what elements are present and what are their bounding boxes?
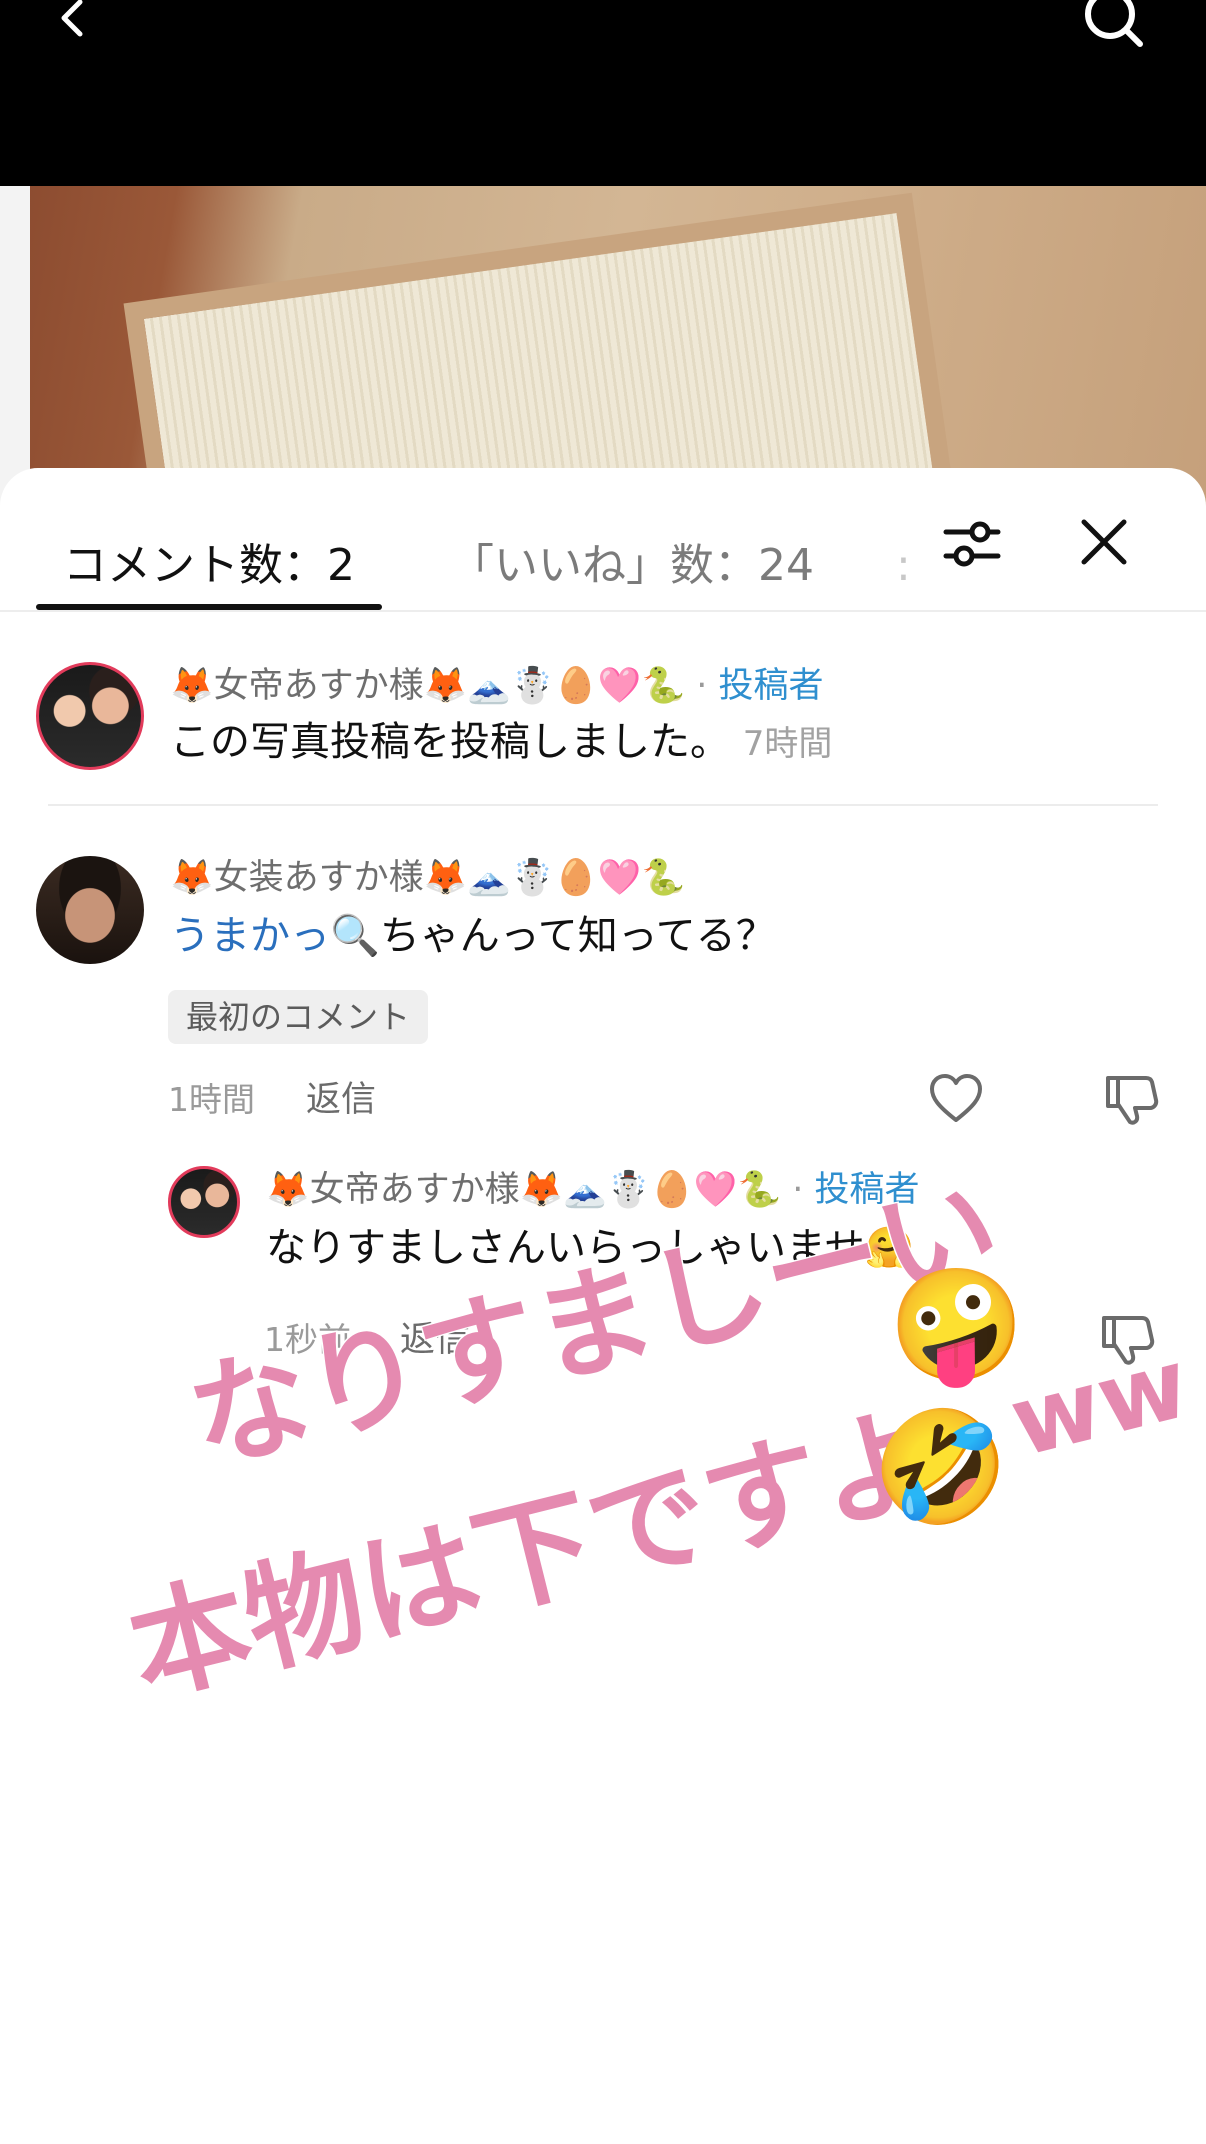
comment-time: 7時間	[742, 724, 833, 764]
avatar[interactable]	[168, 1166, 240, 1238]
comment-author[interactable]: 🦊女帝あすか様🦊🗻☃️🥚🩷🐍 · 投稿者	[170, 662, 823, 710]
back-button[interactable]	[42, 0, 102, 60]
heart-icon	[930, 1074, 982, 1122]
comment-text: うまかっ🔍ちゃんって知ってる？	[170, 908, 776, 964]
sliders-icon	[943, 521, 1001, 567]
comment-time: 1時間	[168, 1080, 255, 1119]
top-bar	[0, 0, 1206, 186]
close-button[interactable]	[1074, 512, 1134, 572]
avatar[interactable]	[36, 662, 144, 770]
thumbs-down-icon	[1106, 1076, 1159, 1125]
like-button[interactable]	[928, 1072, 984, 1128]
author-name: 🦊女帝あすか様🦊🗻☃️🥚🩷🐍	[170, 666, 686, 706]
comment-body: この写真投稿を投稿しました。	[170, 719, 730, 765]
reply-button[interactable]: 返信	[306, 1076, 376, 1124]
dislike-button[interactable]	[1104, 1072, 1160, 1128]
filter-button[interactable]	[940, 512, 1004, 576]
chevron-left-icon	[61, 0, 83, 37]
comment-divider	[48, 804, 1158, 806]
close-icon	[1081, 519, 1127, 565]
tab-more[interactable]: :	[896, 508, 906, 624]
search-icon	[1085, 0, 1143, 47]
tabs-divider	[0, 610, 1206, 612]
overlay-emoji-2: 🤣	[872, 1403, 1009, 1531]
comment-author[interactable]: 🦊女装あすか様🦊🗻☃️🥚🩷🐍	[170, 854, 685, 902]
tab-likes[interactable]: 「いいね」数：24	[450, 508, 830, 624]
search-button[interactable]	[1076, 0, 1146, 60]
comment-text: この写真投稿を投稿しました。 7時間	[170, 714, 832, 772]
mention-link[interactable]: うまかっ🔍	[170, 913, 380, 959]
separator: ·	[685, 666, 719, 706]
author-badge: 投稿者	[718, 666, 824, 706]
avatar[interactable]	[36, 856, 144, 964]
comment-body: ちゃんって知ってる？	[379, 913, 776, 959]
first-comment-tag: 最初のコメント	[168, 990, 429, 1044]
